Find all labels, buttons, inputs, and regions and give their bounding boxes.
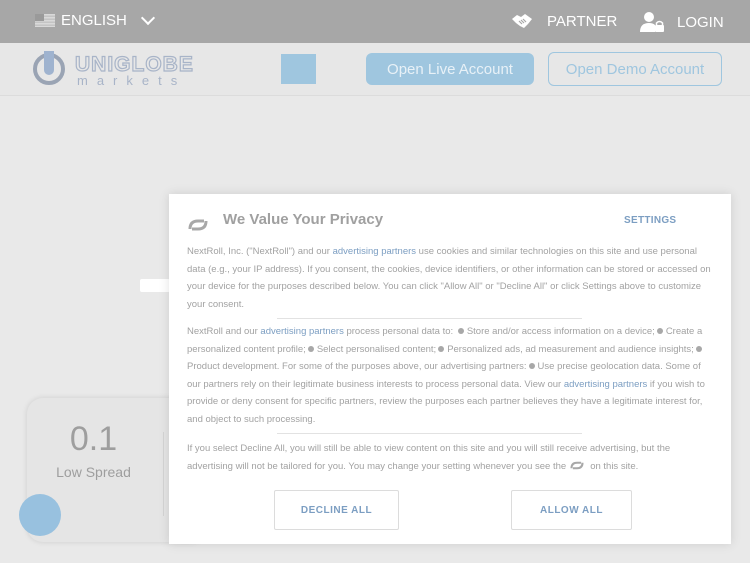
handshake-icon xyxy=(512,14,532,28)
logo-subtitle: markets xyxy=(77,73,187,88)
language-selector[interactable]: ENGLISH xyxy=(35,10,155,29)
advertising-partners-link[interactable]: advertising partners xyxy=(564,379,647,390)
logo-mark-icon xyxy=(33,51,65,85)
purpose-item: Store and/or access information on a dev… xyxy=(466,326,655,337)
uniglobe-logo[interactable]: UNIGLOBE markets xyxy=(33,51,218,89)
decline-all-button[interactable]: DECLINE ALL xyxy=(274,490,399,530)
top-bar: ENGLISH PARTNER LOGIN xyxy=(0,0,750,43)
nextroll-logo-icon xyxy=(188,219,208,231)
chat-bubble-icon[interactable] xyxy=(19,494,61,536)
card-divider xyxy=(163,432,164,516)
p3-text-b: on this site. xyxy=(590,460,639,472)
site-header: UNIGLOBE markets Open Live Account Open … xyxy=(0,43,750,96)
us-flag-icon xyxy=(35,14,55,27)
spread-label: Low Spread xyxy=(56,464,131,480)
menu-toggle-button[interactable] xyxy=(281,54,316,84)
bullet-icon xyxy=(656,328,663,335)
settings-link[interactable]: SETTINGS xyxy=(624,215,676,226)
privacy-paragraph-3: If you select Decline All, you will stil… xyxy=(187,440,715,475)
chevron-down-icon xyxy=(140,10,155,26)
slider-indicator xyxy=(140,279,170,292)
advertising-partners-link[interactable]: advertising partners xyxy=(260,326,343,337)
divider xyxy=(277,433,582,434)
open-live-account-button[interactable]: Open Live Account xyxy=(366,53,534,85)
bullet-icon xyxy=(695,345,702,352)
partner-link[interactable]: PARTNER xyxy=(511,12,617,30)
allow-all-button[interactable]: ALLOW ALL xyxy=(511,490,632,530)
privacy-consent-dialog: We Value Your Privacy SETTINGS NextRoll,… xyxy=(169,194,731,544)
bullet-icon xyxy=(438,345,445,352)
purpose-item: Personalized ads, ad measurement and aud… xyxy=(447,343,694,355)
p1-text-a: NextRoll, Inc. ("NextRoll") and our xyxy=(187,246,333,257)
open-demo-account-button[interactable]: Open Demo Account xyxy=(548,52,722,86)
privacy-title: We Value Your Privacy xyxy=(223,211,384,228)
divider xyxy=(277,318,582,319)
p2-text-b: process personal data to: xyxy=(343,326,456,337)
login-label: LOGIN xyxy=(677,13,724,31)
privacy-paragraph-2: NextRoll and our advertising partners pr… xyxy=(187,323,715,428)
purpose-item: Product development. For some of the pur… xyxy=(187,361,527,372)
advertising-partners-link[interactable]: advertising partners xyxy=(333,246,416,257)
bullet-icon xyxy=(457,328,464,335)
spread-value: 0.1 xyxy=(69,420,118,458)
language-label: ENGLISH xyxy=(61,12,127,29)
user-lock-icon xyxy=(640,12,664,32)
p2-text-a: NextRoll and our xyxy=(187,326,261,337)
bullet-icon xyxy=(528,363,535,370)
bullet-icon xyxy=(307,345,314,352)
login-link[interactable]: LOGIN xyxy=(640,11,724,33)
partner-label: PARTNER xyxy=(547,12,618,30)
purpose-item: Select personalised content; xyxy=(316,343,437,355)
privacy-paragraph-1: NextRoll, Inc. ("NextRoll") and our adve… xyxy=(187,243,715,313)
nextroll-logo-icon xyxy=(570,462,584,470)
